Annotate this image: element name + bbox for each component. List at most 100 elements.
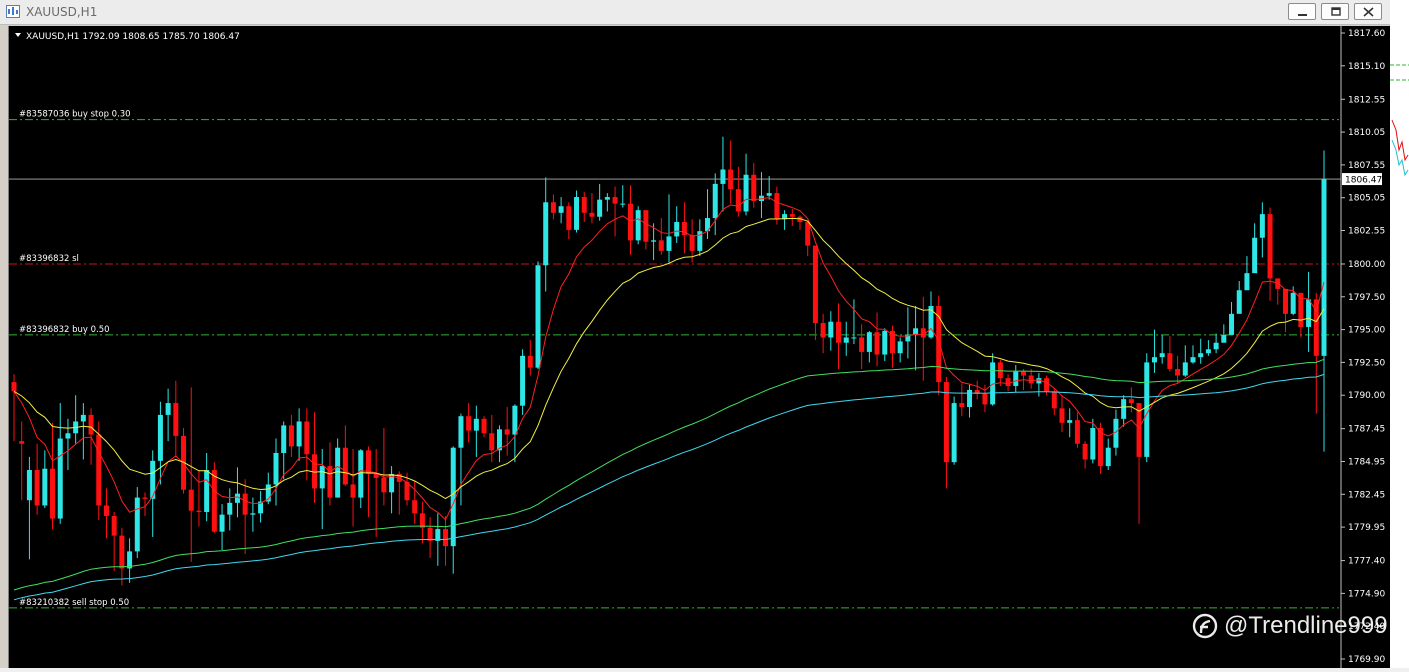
candle-bull [1259, 214, 1265, 238]
candle-bear [504, 429, 510, 435]
candle-bull [1213, 342, 1219, 350]
candle-bull [851, 337, 857, 339]
y-tick-label: 1792.50 [1348, 358, 1385, 368]
candle-bear [1175, 368, 1181, 376]
candle-bull [1190, 357, 1196, 363]
candle-bull [250, 513, 256, 515]
order-line-label: #83396832 buy 0.50 [19, 325, 110, 335]
candle-bull [1151, 357, 1157, 363]
candle-bull [80, 414, 86, 422]
candle-bull [635, 210, 641, 241]
candle-bear [350, 484, 356, 498]
candle-bull [42, 468, 48, 506]
candle-bear [342, 447, 348, 485]
candle-bear [789, 214, 795, 217]
candle-bear [142, 497, 148, 499]
candle-bull [882, 330, 888, 355]
window-titlebar[interactable]: XAUUSD,H1 [0, 0, 1390, 25]
candle-bull [766, 193, 772, 196]
order-line-label: #83587036 buy stop 0.30 [19, 110, 131, 120]
candle-bull [897, 341, 903, 354]
candle-bull [512, 405, 518, 435]
y-tick-label: 1815.10 [1348, 62, 1385, 72]
candle-bull [604, 197, 610, 200]
candle-bull [450, 447, 456, 547]
candle-bull [574, 197, 580, 230]
candle-bull [1205, 349, 1211, 354]
candle-bull [1105, 447, 1111, 467]
candlestick-chart[interactable]: 1817.60 1815.10 1812.55 1810.05 1807.55 1805.… [9, 26, 1391, 668]
candle-bear [119, 535, 125, 569]
minimize-button[interactable] [1288, 3, 1316, 20]
y-tick-label: 1782.45 [1348, 490, 1385, 500]
candle-bear [1267, 214, 1273, 279]
y-tick-label: 1790.00 [1348, 391, 1385, 401]
chart-header-text: XAUUSD,H1 1792.09 1808.65 1785.70 1806.4… [26, 32, 240, 42]
candle-bull [227, 502, 233, 515]
candle-bear [566, 206, 572, 230]
candle-bull [335, 447, 341, 498]
price-chart[interactable]: 1817.60 1815.10 1812.55 1810.05 1807.55 1805.… [8, 26, 1391, 668]
candle-bull [134, 497, 140, 552]
candle-bull [1198, 353, 1204, 358]
candle-bull [1321, 179, 1327, 356]
candle-bull [843, 337, 849, 343]
candle-bull [1013, 371, 1019, 387]
candle-bear [288, 425, 294, 447]
adjacent-window-strip [1390, 0, 1409, 668]
candle-bull [666, 236, 672, 251]
candle-bull [1290, 292, 1296, 314]
candle-bear [211, 470, 217, 532]
candle-bear [627, 203, 633, 241]
candle-bear [427, 527, 433, 541]
adjacent-chart-fragment [1390, 26, 1409, 216]
candle-bear [443, 529, 449, 547]
close-icon [1363, 7, 1374, 17]
candle-bull [535, 265, 541, 368]
candle-bull [1144, 362, 1150, 457]
candle-bull [1121, 399, 1127, 419]
candle-bull [558, 206, 564, 213]
candle-bear [196, 510, 202, 513]
y-tick-label: 1784.95 [1348, 457, 1385, 467]
restore-icon [1331, 7, 1341, 16]
candle-bull [1067, 420, 1073, 423]
chart-window-icon [6, 5, 20, 18]
candle-bear [982, 393, 988, 405]
candle-bear [1005, 378, 1011, 387]
candle-bear [381, 477, 387, 493]
y-tick-label: 1797.50 [1348, 293, 1385, 303]
candle-bear [689, 235, 695, 251]
candle-bear [658, 240, 664, 251]
candle-bull [1236, 290, 1242, 314]
candle-bull [720, 169, 726, 184]
candle-bull [597, 199, 603, 217]
y-tick-label: 1812.55 [1348, 95, 1385, 105]
candle-bear [874, 332, 880, 355]
candle-bear [173, 403, 179, 436]
candle-bull [1229, 313, 1235, 335]
candle-bear [527, 355, 533, 368]
candle-bear [859, 337, 865, 352]
restore-button[interactable] [1321, 3, 1349, 20]
candle-bull [358, 450, 364, 498]
candle-bear [836, 321, 842, 343]
candle-bear [728, 169, 734, 190]
candle-bear [365, 450, 371, 474]
order-line-label: #83396832 sl [19, 254, 79, 264]
candle-bear [19, 441, 25, 444]
y-tick-label: 1810.05 [1348, 128, 1385, 138]
candle-bear [88, 414, 94, 435]
candle-bear [805, 221, 811, 246]
y-tick-label: 1779.95 [1348, 523, 1385, 533]
candle-bear [812, 245, 818, 324]
close-button[interactable] [1354, 3, 1382, 20]
candle-bear [774, 193, 780, 220]
candle-bear [1275, 278, 1281, 289]
candle-bear [50, 468, 56, 519]
candle-bear [412, 500, 418, 514]
y-tick-label: 1777.40 [1348, 557, 1385, 567]
candle-bull [967, 389, 973, 408]
candle-bull [674, 221, 680, 237]
candle-bull [828, 321, 834, 338]
